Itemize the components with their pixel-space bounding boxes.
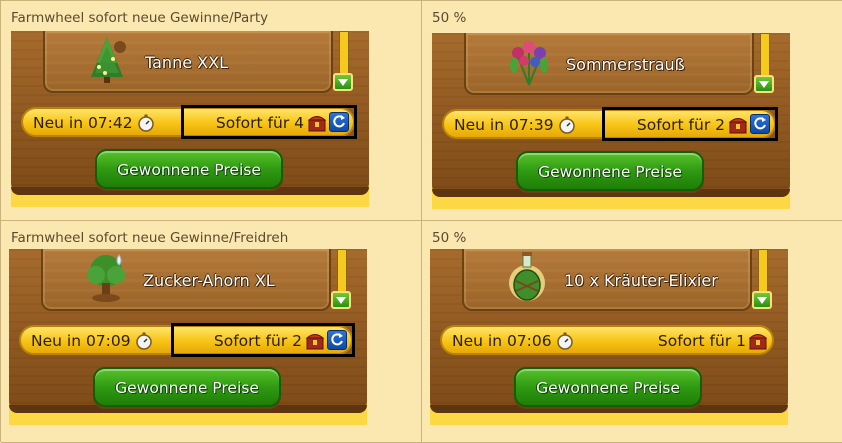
chevron-down-icon — [338, 79, 348, 86]
won-prizes-button[interactable]: Gewonnene Preise — [95, 149, 283, 189]
prize-name: Sommerstrauß — [566, 55, 685, 74]
refresh-icon[interactable] — [327, 330, 347, 350]
scroll-down-button[interactable] — [333, 73, 353, 91]
prize-name: Zucker-Ahorn XL — [143, 271, 275, 290]
spin-status-bar: Neu in 07:42 Sofort für 4 — [21, 105, 357, 139]
spin-status-bar: Neu in 07:39 Sofort für 2 — [442, 107, 778, 141]
won-prizes-button[interactable]: Gewonnene Preise — [516, 151, 704, 191]
new-in-label: Neu in 07:39 — [454, 116, 554, 134]
stopwatch-icon — [138, 114, 154, 132]
maple-tree-icon — [87, 254, 125, 302]
farmwheel-panel: Tanne XXL Neu in 07:42 Sofort für 4 Gewo… — [11, 31, 369, 207]
refresh-icon[interactable] — [329, 112, 349, 132]
treasure-chest-icon — [305, 334, 325, 350]
farmwheel-panel: 10 x Kräuter-Elixier Neu in 07:06 Sofort… — [430, 249, 788, 425]
cell-caption: Farmwheel sofort neue Gewinne/Freidreh — [11, 230, 289, 246]
prize-display: Tanne XXL — [43, 31, 333, 93]
table-cell-freespin-result: 50 % 10 x Kräuter-Elixier Neu in 07:06 S… — [422, 221, 842, 443]
chevron-down-icon — [336, 297, 346, 304]
prize-display: Zucker-Ahorn XL — [41, 249, 331, 311]
elixir-bottle-icon — [509, 252, 545, 301]
prize-display: Sommerstrauß — [464, 33, 754, 95]
flower-bouquet-icon — [510, 41, 548, 86]
treasure-chest-icon — [748, 334, 768, 350]
new-in-label: Neu in 07:06 — [452, 332, 552, 350]
scroll-down-button[interactable] — [752, 291, 772, 309]
spin-status-bar: Neu in 07:09 Sofort für 2 — [19, 323, 355, 357]
instant-spin-label: Sofort für 2 — [636, 116, 725, 134]
cell-caption: 50 % — [432, 10, 467, 26]
table-cell-party: Farmwheel sofort neue Gewinne/Party Tann… — [1, 1, 422, 221]
stopwatch-icon — [136, 332, 152, 350]
prize-display: 10 x Kräuter-Elixier — [462, 249, 752, 311]
farmwheel-panel: Sommerstrauß Neu in 07:39 Sofort für 2 G… — [432, 33, 790, 209]
chevron-down-icon — [759, 81, 769, 88]
table-cell-party-result: 50 % Sommerstrauß Neu in 07:39 Sofort fü… — [422, 1, 842, 221]
stopwatch-icon — [559, 116, 575, 134]
won-prizes-label: Gewonnene Preise — [538, 163, 682, 181]
instant-spin-label: Sofort für 2 — [213, 332, 302, 350]
cell-caption: 50 % — [432, 230, 467, 246]
won-prizes-button[interactable]: Gewonnene Preise — [514, 367, 702, 407]
fir-tree-icon — [91, 37, 126, 83]
instant-spin-label: Sofort für 4 — [215, 114, 304, 132]
instant-spin-label: Sofort für 1 — [657, 332, 746, 350]
scroll-down-button[interactable] — [331, 291, 351, 309]
treasure-chest-icon — [307, 116, 327, 132]
new-in-label: Neu in 07:09 — [31, 332, 131, 350]
prize-name: Tanne XXL — [145, 53, 228, 72]
treasure-chest-icon — [728, 118, 748, 134]
instant-spin-button[interactable]: Sofort für 4 — [181, 105, 357, 139]
won-prizes-label: Gewonnene Preise — [117, 161, 261, 179]
won-prizes-label: Gewonnene Preise — [115, 379, 259, 397]
scroll-down-button[interactable] — [754, 75, 774, 93]
instant-spin-button[interactable]: Sofort für 2 — [171, 323, 355, 357]
refresh-icon[interactable] — [750, 114, 770, 134]
chevron-down-icon — [757, 297, 767, 304]
spin-status-bar: Neu in 07:06 Sofort für 1 — [440, 325, 774, 355]
prize-name: 10 x Kräuter-Elixier — [564, 271, 718, 290]
table-cell-freespin: Farmwheel sofort neue Gewinne/Freidreh Z… — [1, 221, 422, 443]
instant-spin-button[interactable]: Sofort für 1 — [600, 327, 776, 353]
won-prizes-button[interactable]: Gewonnene Preise — [93, 367, 281, 407]
new-in-label: Neu in 07:42 — [33, 114, 133, 132]
farmwheel-panel: Zucker-Ahorn XL Neu in 07:09 Sofort für … — [9, 249, 367, 425]
farmwheel-comparison-table: Farmwheel sofort neue Gewinne/Party Tann… — [0, 0, 842, 443]
cell-caption: Farmwheel sofort neue Gewinne/Party — [11, 10, 269, 26]
stopwatch-icon — [557, 332, 573, 350]
instant-spin-button[interactable]: Sofort für 2 — [602, 107, 778, 141]
won-prizes-label: Gewonnene Preise — [536, 379, 680, 397]
